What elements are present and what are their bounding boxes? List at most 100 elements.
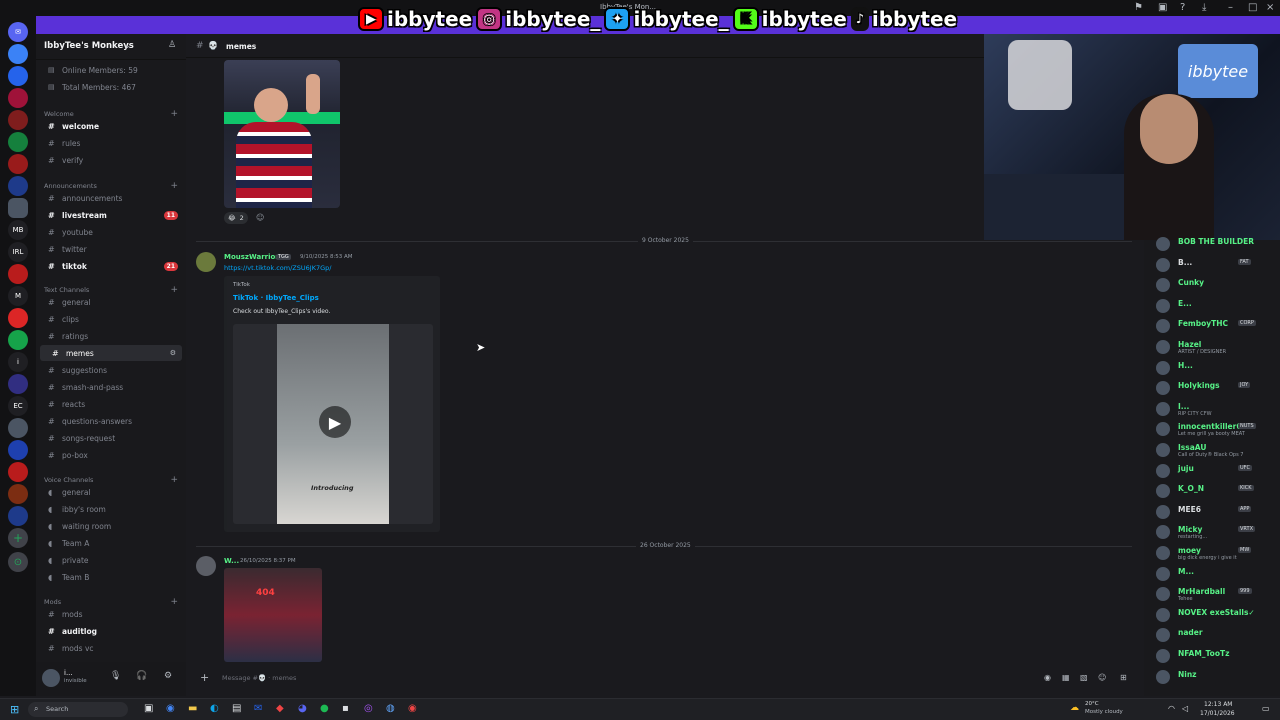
- embed-title[interactable]: TikTok · IbbyTee_Clips: [233, 294, 319, 302]
- member-item[interactable]: FemboyTHC CORP: [1144, 316, 1280, 336]
- meme-image-rugby[interactable]: [224, 60, 340, 208]
- server-icon[interactable]: [8, 88, 28, 108]
- server-icon-active[interactable]: [8, 198, 28, 218]
- server-icon[interactable]: [8, 374, 28, 394]
- direct-messages-icon[interactable]: ✉: [8, 22, 28, 42]
- channel-verify[interactable]: # verify: [36, 152, 186, 168]
- channel-general[interactable]: # general: [36, 294, 186, 310]
- brave-icon[interactable]: ◆: [276, 703, 284, 714]
- spotify-icon[interactable]: ●: [320, 703, 329, 714]
- server-icon[interactable]: [8, 484, 28, 504]
- question-icon[interactable]: ?: [1180, 2, 1185, 13]
- download-icon[interactable]: ⤓: [1202, 2, 1206, 13]
- server-icon[interactable]: [8, 110, 28, 130]
- message-author[interactable]: MouszWarrior: [224, 253, 279, 261]
- notification-icon[interactable]: ▭: [1262, 704, 1270, 713]
- channel-auditlog[interactable]: # auditlog: [36, 623, 186, 639]
- channel-smash-and-pass[interactable]: # smash-and-pass: [36, 379, 186, 395]
- attach-plus-icon[interactable]: +: [200, 671, 209, 684]
- wifi-icon[interactable]: ◠: [1168, 704, 1175, 713]
- server-icon[interactable]: [8, 330, 28, 350]
- clock-time[interactable]: 12:13 AM: [1204, 701, 1232, 708]
- server-icon[interactable]: [8, 66, 28, 86]
- headphones-icon[interactable]: 🎧: [136, 671, 147, 681]
- server-icon[interactable]: [8, 440, 28, 460]
- channel-mods[interactable]: # mods: [36, 606, 186, 622]
- channel-ratings[interactable]: # ratings: [36, 328, 186, 344]
- channel-settings-icon[interactable]: ⚙: [170, 349, 176, 357]
- taskbar-search[interactable]: ⌕ Search: [28, 702, 128, 717]
- channel-team-b[interactable]: ◖ Team B: [36, 569, 186, 585]
- channel-songs-request[interactable]: # songs-request: [36, 430, 186, 446]
- member-item[interactable]: Ninz: [1144, 667, 1280, 687]
- server-icon[interactable]: [8, 418, 28, 438]
- server-icon[interactable]: [8, 264, 28, 284]
- channel-livestream[interactable]: # livestream 11: [36, 207, 186, 223]
- task-view-icon[interactable]: ▣: [144, 703, 153, 714]
- channel-mods-vc[interactable]: # mods vc: [36, 640, 186, 656]
- server-icon-mb[interactable]: MB: [8, 220, 28, 240]
- microphone-icon[interactable]: 🎙: [110, 671, 121, 681]
- server-icon-irl[interactable]: IRL: [8, 242, 28, 262]
- avatar[interactable]: [196, 252, 216, 272]
- server-icon[interactable]: [8, 176, 28, 196]
- channel-twitter[interactable]: # twitter: [36, 241, 186, 257]
- member-item[interactable]: H...: [1144, 358, 1280, 378]
- avatar[interactable]: [196, 556, 216, 576]
- embed-video[interactable]: ▶ Introducing: [233, 324, 433, 524]
- server-icon[interactable]: i: [8, 352, 28, 372]
- message-author[interactable]: W...: [224, 557, 239, 565]
- channel-questions-answers[interactable]: # questions-answers: [36, 413, 186, 429]
- channel-youtube[interactable]: # youtube: [36, 224, 186, 240]
- add-friend-icon[interactable]: ♙: [168, 40, 176, 50]
- channel-private[interactable]: ◖ private: [36, 552, 186, 568]
- server-icon[interactable]: [8, 506, 28, 526]
- close-icon[interactable]: ×: [1266, 2, 1274, 13]
- message-input[interactable]: Message #💀 · memes: [222, 674, 296, 682]
- maximize-icon[interactable]: □: [1248, 2, 1257, 13]
- channel-memes[interactable]: # memes ⚙: [40, 345, 182, 361]
- store-icon[interactable]: ▤: [232, 703, 241, 714]
- emoji-icon[interactable]: ☺: [1098, 673, 1106, 682]
- member-item[interactable]: Holykings JOY: [1144, 378, 1280, 398]
- channel-po-box[interactable]: # po-box: [36, 447, 186, 463]
- gif-icon[interactable]: ▦: [1062, 673, 1070, 682]
- server-icon-ec[interactable]: EC: [8, 396, 28, 416]
- play-icon[interactable]: ▶: [319, 406, 351, 438]
- terminal-icon[interactable]: ▪: [342, 703, 349, 714]
- minimize-icon[interactable]: –: [1228, 2, 1233, 13]
- reaction-chip[interactable]: 😂 2: [224, 212, 248, 224]
- meme-image-arcade[interactable]: 404: [224, 568, 322, 662]
- server-icon[interactable]: [8, 44, 28, 64]
- server-icon[interactable]: [8, 132, 28, 152]
- channel-reacts[interactable]: # reacts: [36, 396, 186, 412]
- windows-start-icon[interactable]: ⊞: [10, 703, 19, 716]
- channel-clips[interactable]: # clips: [36, 311, 186, 327]
- inbox-icon[interactable]: ⚑: [1134, 2, 1143, 13]
- add-server-icon[interactable]: +: [8, 528, 28, 548]
- member-item[interactable]: MrHardball 999 Tehee: [1144, 584, 1280, 604]
- file-explorer-icon[interactable]: ▬: [188, 703, 197, 714]
- avatar[interactable]: [42, 669, 60, 687]
- channel-welcome[interactable]: # welcome: [36, 118, 186, 134]
- server-icon[interactable]: [8, 154, 28, 174]
- member-item[interactable]: juju UFC: [1144, 461, 1280, 481]
- discord-taskbar-icon[interactable]: ◕: [298, 703, 307, 714]
- channel-tiktok[interactable]: # tiktok 21: [36, 258, 186, 274]
- server-header[interactable]: IbbyTee's Monkeys ⌄ ♙: [36, 34, 186, 60]
- member-item[interactable]: NOVEX exeStalls✓: [1144, 605, 1280, 625]
- channel-general[interactable]: ◖ general: [36, 484, 186, 500]
- member-item[interactable]: IssaAU Call of Duty® Black Ops 7: [1144, 440, 1280, 460]
- volume-icon[interactable]: ◁: [1182, 704, 1188, 713]
- help-icon[interactable]: ▣: [1158, 2, 1167, 13]
- sticker-icon[interactable]: ▧: [1080, 673, 1088, 682]
- server-icon[interactable]: M: [8, 286, 28, 306]
- channel-announcements[interactable]: # announcements: [36, 190, 186, 206]
- channel-rules[interactable]: # rules: [36, 135, 186, 151]
- member-item[interactable]: Hazel ARTIST / DESIGNER: [1144, 337, 1280, 357]
- member-item[interactable]: E...: [1144, 296, 1280, 316]
- member-item[interactable]: B... FAT: [1144, 255, 1280, 275]
- member-item[interactable]: Micky VRTX restarting...: [1144, 522, 1280, 542]
- app-icon[interactable]: ◉: [408, 703, 417, 714]
- member-item[interactable]: nader: [1144, 625, 1280, 645]
